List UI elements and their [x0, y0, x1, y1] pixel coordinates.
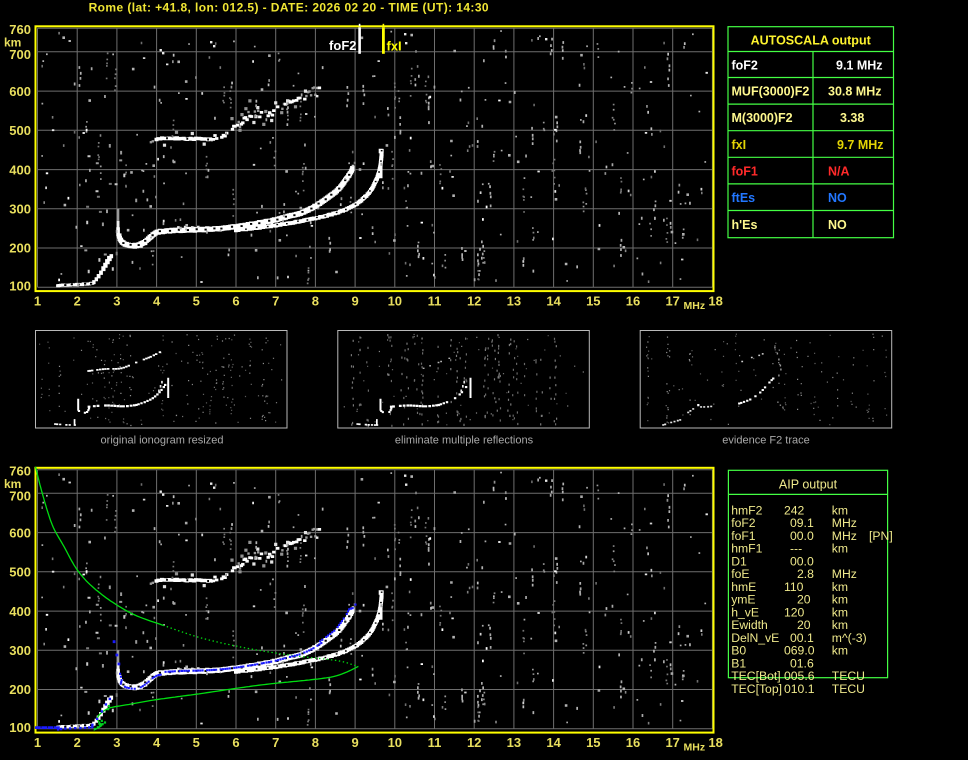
svg-text:foF2: foF2: [732, 58, 758, 72]
svg-text:NO: NO: [828, 218, 847, 232]
svg-text:3: 3: [113, 735, 120, 750]
svg-text:5: 5: [193, 735, 200, 750]
svg-text:8: 8: [312, 735, 319, 750]
svg-text:200: 200: [9, 682, 31, 697]
svg-text:9.7 MHz: 9.7 MHz: [837, 138, 884, 152]
svg-text:600: 600: [9, 84, 31, 99]
svg-text:11: 11: [428, 293, 442, 308]
svg-text:Rome (lat: +41.8, lon: 012.5): Rome (lat: +41.8, lon: 012.5) - DATE: 20…: [89, 0, 489, 14]
svg-text:18: 18: [708, 293, 722, 308]
svg-text:4: 4: [153, 293, 161, 308]
svg-text:1: 1: [34, 735, 41, 750]
svg-text:18: 18: [708, 735, 722, 750]
svg-text:400: 400: [9, 604, 31, 619]
svg-text:9: 9: [351, 293, 358, 308]
svg-text:10: 10: [388, 735, 402, 750]
svg-text:3.38: 3.38: [840, 111, 864, 125]
svg-text:16: 16: [626, 735, 640, 750]
svg-text:14: 14: [546, 293, 561, 308]
svg-text:6: 6: [232, 293, 239, 308]
svg-text:2: 2: [74, 735, 81, 750]
svg-text:9.1 MHz: 9.1 MHz: [836, 58, 883, 72]
svg-text:300: 300: [9, 643, 31, 658]
svg-text:NO: NO: [828, 191, 847, 205]
svg-text:[PN]: [PN]: [869, 529, 893, 543]
svg-text:15: 15: [586, 293, 600, 308]
svg-text:TEC[Top]: TEC[Top]: [731, 682, 782, 696]
svg-text:200: 200: [9, 241, 31, 256]
svg-text:16: 16: [626, 293, 640, 308]
svg-text:010.1: 010.1: [784, 682, 815, 696]
svg-text:500: 500: [9, 123, 31, 138]
svg-text:17: 17: [665, 735, 679, 750]
svg-text:13: 13: [507, 293, 521, 308]
svg-text:15: 15: [586, 735, 600, 750]
svg-text:3: 3: [113, 293, 120, 308]
svg-text:5: 5: [193, 293, 200, 308]
svg-text:8: 8: [312, 293, 319, 308]
svg-text:TECU: TECU: [832, 682, 865, 696]
svg-text:h'Es: h'Es: [732, 218, 758, 232]
svg-text:7: 7: [272, 293, 279, 308]
svg-text:fxI: fxI: [732, 138, 747, 152]
svg-text:500: 500: [9, 565, 31, 580]
svg-text:100: 100: [9, 279, 31, 294]
svg-text:100: 100: [9, 720, 31, 735]
svg-text:AIP output: AIP output: [779, 478, 838, 492]
svg-text:300: 300: [9, 202, 31, 217]
svg-text:MUF(3000)F2: MUF(3000)F2: [732, 85, 810, 99]
svg-text:10: 10: [388, 293, 402, 308]
svg-text:MHz: MHz: [684, 742, 706, 754]
svg-text:6: 6: [232, 735, 239, 750]
svg-text:13: 13: [507, 735, 521, 750]
svg-text:km: km: [832, 644, 848, 658]
svg-text:MHz: MHz: [684, 300, 706, 312]
svg-text:14: 14: [546, 735, 561, 750]
svg-text:2: 2: [74, 293, 81, 308]
svg-text:km: km: [4, 36, 21, 50]
svg-text:17: 17: [665, 293, 679, 308]
svg-text:foF1: foF1: [732, 164, 758, 178]
svg-text:12: 12: [467, 735, 481, 750]
svg-text:foF2: foF2: [329, 38, 356, 53]
svg-text:600: 600: [9, 525, 31, 540]
svg-text:400: 400: [9, 162, 31, 177]
svg-text:km: km: [4, 477, 21, 491]
svg-text:M(3000)F2: M(3000)F2: [732, 111, 793, 125]
svg-text:4: 4: [153, 735, 161, 750]
svg-text:7: 7: [272, 735, 279, 750]
svg-text:evidence F2 trace: evidence F2 trace: [722, 435, 809, 447]
svg-text:eliminate multiple reflections: eliminate multiple reflections: [395, 435, 534, 447]
svg-text:ftEs: ftEs: [732, 191, 756, 205]
svg-text:30.8 MHz: 30.8 MHz: [828, 85, 882, 99]
svg-text:12: 12: [467, 293, 481, 308]
svg-text:fxI: fxI: [387, 39, 402, 54]
svg-text:original ionogram resized: original ionogram resized: [101, 435, 224, 447]
svg-text:11: 11: [428, 735, 442, 750]
svg-text:km: km: [832, 542, 848, 556]
svg-text:AUTOSCALA output: AUTOSCALA output: [751, 34, 872, 48]
svg-text:N/A: N/A: [828, 164, 850, 178]
svg-text:1: 1: [34, 293, 41, 308]
svg-text:9: 9: [351, 735, 358, 750]
